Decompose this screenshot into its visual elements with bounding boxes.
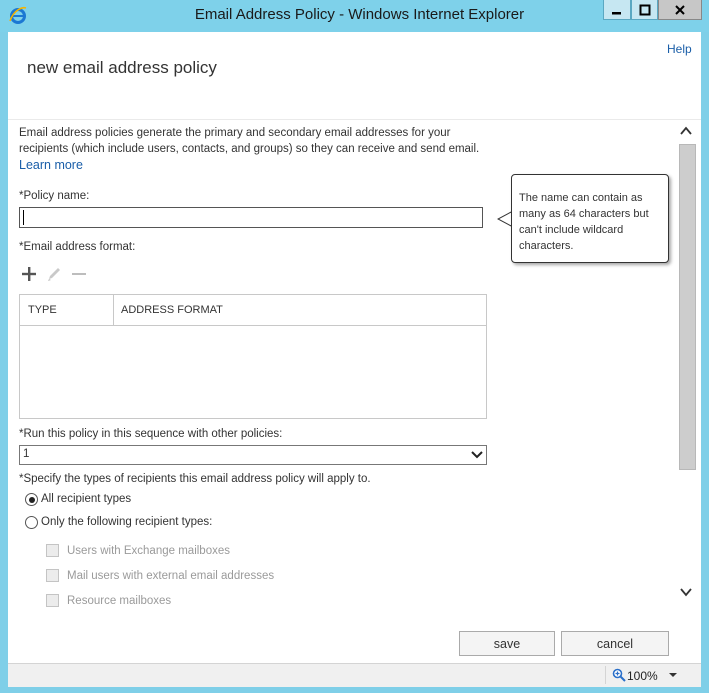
status-bar: 100% <box>8 663 701 687</box>
policy-name-label: *Policy name: <box>19 190 90 202</box>
sequence-label: *Run this policy in this sequence with o… <box>19 428 283 440</box>
text-cursor <box>23 210 24 225</box>
sequence-select[interactable]: 1 <box>19 445 487 465</box>
zoom-dropdown-icon[interactable] <box>669 673 677 677</box>
close-button[interactable] <box>658 0 702 20</box>
title-divider <box>8 119 701 120</box>
grid-column-address-format[interactable]: ADDRESS FORMAT <box>121 304 223 316</box>
intro-line: Email address policies generate the prim… <box>19 127 451 139</box>
policy-name-input[interactable] <box>19 207 483 228</box>
zoom-level[interactable]: 100% <box>627 669 658 683</box>
checkbox-resource-mailboxes-label: Resource mailboxes <box>67 595 172 607</box>
checkbox-mail-users-label: Mail users with external email addresses <box>67 570 275 582</box>
email-format-label: *Email address format: <box>19 241 136 253</box>
maximize-button[interactable] <box>631 0 658 20</box>
grid-header: TYPE ADDRESS FORMAT <box>20 295 486 326</box>
intro-line: recipients (which include users, contact… <box>19 143 480 155</box>
radio-all-recipients-label: All recipient types <box>41 493 132 505</box>
radio-all-recipients[interactable] <box>25 493 38 506</box>
window-bottom-frame <box>0 687 709 693</box>
status-text-field <box>8 666 606 684</box>
scroll-up-icon[interactable] <box>679 125 693 137</box>
remove-icon[interactable] <box>71 266 87 282</box>
edit-icon[interactable] <box>46 266 62 282</box>
scroll-down-icon[interactable] <box>679 586 693 598</box>
radio-only-following[interactable] <box>25 516 38 529</box>
help-link[interactable]: Help <box>667 42 692 56</box>
checkbox-exchange-mailboxes[interactable] <box>46 544 59 557</box>
recipients-label: *Specify the types of recipients this em… <box>19 473 371 485</box>
checkbox-resource-mailboxes[interactable] <box>46 594 59 607</box>
learn-more-link[interactable]: Learn more <box>19 158 83 172</box>
close-icon <box>675 4 685 15</box>
checkbox-mail-users[interactable] <box>46 569 59 582</box>
browser-content: Help new email address policy Email addr… <box>8 32 701 663</box>
zoom-icon[interactable] <box>612 668 626 682</box>
radio-only-following-label: Only the following recipient types: <box>41 516 213 528</box>
add-icon[interactable] <box>21 266 37 282</box>
page-title: new email address policy <box>27 58 217 77</box>
intro-text: Email address policies generate the prim… <box>19 125 489 157</box>
policy-name-tooltip: The name can contain as many as 64 chara… <box>511 174 669 263</box>
save-button[interactable]: save <box>459 631 555 656</box>
cancel-button[interactable]: cancel <box>561 631 669 656</box>
minimize-button[interactable] <box>603 0 631 20</box>
grid-column-type[interactable]: TYPE <box>28 304 57 316</box>
checkbox-exchange-mailboxes-label: Users with Exchange mailboxes <box>67 545 230 557</box>
minimize-icon <box>612 11 621 14</box>
chevron-down-icon <box>471 451 483 459</box>
email-format-grid[interactable]: TYPE ADDRESS FORMAT <box>19 294 487 419</box>
scrollbar-thumb[interactable] <box>679 144 696 470</box>
grid-column-divider <box>113 295 114 326</box>
maximize-icon <box>639 4 650 15</box>
window-titlebar: Email Address Policy - Windows Internet … <box>0 0 709 32</box>
